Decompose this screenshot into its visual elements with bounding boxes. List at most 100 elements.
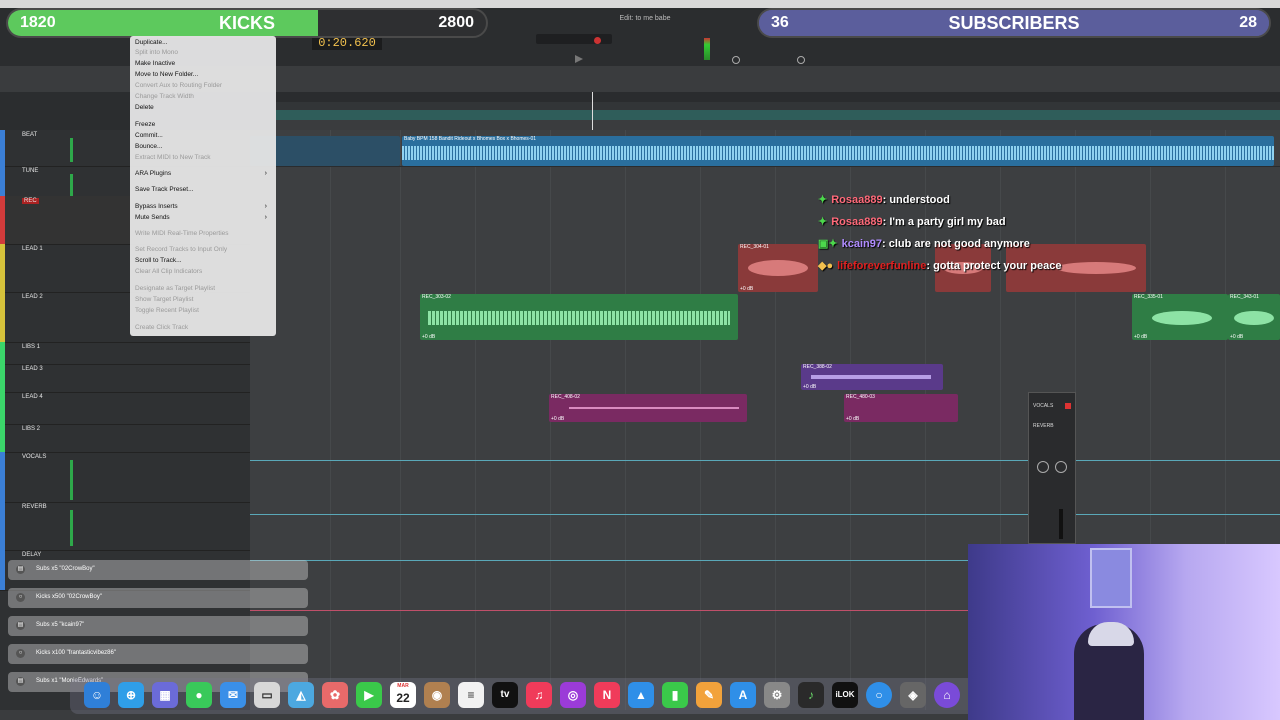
alert-icon: ○ bbox=[16, 649, 25, 658]
marker-ruler[interactable] bbox=[276, 110, 1280, 120]
clip-lead-3[interactable]: REC_388-02 +0 dB bbox=[801, 364, 943, 390]
waveform bbox=[402, 146, 1274, 160]
playhead[interactable] bbox=[592, 92, 593, 130]
menu-item-ara-plugins[interactable]: ARA Plugins › bbox=[135, 169, 271, 179]
clip-lead-2-c[interactable]: REC_343-01 +0 dB bbox=[1228, 294, 1280, 340]
launchpad-icon[interactable]: ▦ bbox=[152, 682, 178, 708]
menu-item-commit[interactable]: Commit... bbox=[135, 131, 271, 141]
track-name[interactable]: REVERB bbox=[22, 504, 47, 510]
photos-icon[interactable]: ✿ bbox=[322, 682, 348, 708]
app-store-icon[interactable]: A bbox=[730, 682, 756, 708]
track-libs-1[interactable]: LIBS 1 bbox=[0, 342, 250, 365]
menu-item-bounce[interactable]: Bounce... bbox=[135, 142, 271, 152]
clip-lead-2-a[interactable]: REC_303-02 +0 dB bbox=[420, 294, 738, 340]
session-title: Edit: to me babe bbox=[619, 15, 671, 22]
alert-notification: ▤ Subs x5 "02CrowBoy" bbox=[8, 560, 308, 580]
record-button[interactable] bbox=[594, 37, 601, 44]
guitar-app-icon[interactable]: ♪ bbox=[798, 682, 824, 708]
news-icon[interactable]: N bbox=[594, 682, 620, 708]
menu-item-click-track: Create Click Track bbox=[135, 324, 189, 331]
webcam-feed bbox=[968, 544, 1280, 720]
notes-icon[interactable]: ▭ bbox=[254, 682, 280, 708]
clip-lead-4-b[interactable]: REC_480-03 +0 dB bbox=[844, 394, 958, 422]
chevron-right-icon: › bbox=[264, 214, 267, 221]
waveform bbox=[811, 375, 931, 379]
plugin-track-name: VOCALS bbox=[1033, 403, 1054, 409]
track-name[interactable]: VOCALS bbox=[22, 454, 46, 460]
keynote-icon[interactable]: ▲ bbox=[628, 682, 654, 708]
mail-icon[interactable]: ✉ bbox=[220, 682, 246, 708]
clip-rec-1[interactable]: REC_304-01 +0 dB bbox=[738, 244, 818, 292]
track-lead-3[interactable]: LEAD 3 bbox=[0, 364, 250, 393]
track-name[interactable]: LIBS 2 bbox=[22, 426, 40, 432]
numbers-icon[interactable]: ▮ bbox=[662, 682, 688, 708]
track-name[interactable]: LEAD 1 bbox=[22, 246, 43, 252]
track-lead-4[interactable]: LEAD 4 bbox=[0, 392, 250, 425]
menu-item-freeze[interactable]: Freeze bbox=[135, 120, 271, 130]
track-context-menu[interactable]: Duplicate... Split into Mono Make Inacti… bbox=[130, 36, 276, 336]
knob[interactable] bbox=[1037, 461, 1049, 473]
macos-dock: ☺ ⊕ ▦ ● ✉ ▭ ◭ ✿ ▶ MAR 22 ◉ ≡ tv ♫ ◎ N ▲ ▮… bbox=[70, 678, 976, 714]
track-color bbox=[0, 196, 5, 244]
ilok-icon[interactable]: iLOK bbox=[832, 682, 858, 708]
star-icon: ✦ bbox=[818, 216, 828, 228]
system-settings-icon[interactable]: ⚙ bbox=[764, 682, 790, 708]
macos-menu-bar[interactable] bbox=[0, 0, 1280, 8]
pro-tools-icon[interactable]: ⌂ bbox=[934, 682, 960, 708]
master-meter bbox=[704, 38, 710, 60]
menu-item-mute-sends[interactable]: Mute Sends › bbox=[135, 213, 271, 223]
pages-icon[interactable]: ✎ bbox=[696, 682, 722, 708]
chat-text: : gotta protect your peace bbox=[926, 260, 1062, 272]
plugin-window[interactable]: VOCALS REVERB bbox=[1028, 392, 1076, 544]
menu-item-move-folder[interactable]: Move to New Folder... bbox=[135, 70, 271, 80]
menu-item-delete[interactable]: Delete bbox=[135, 103, 271, 113]
gear-icon[interactable] bbox=[797, 56, 805, 64]
track-name[interactable]: TUNE bbox=[22, 168, 38, 174]
menu-item-bypass-inserts[interactable]: Bypass Inserts › bbox=[135, 202, 271, 212]
timeline-ruler[interactable] bbox=[276, 92, 1280, 102]
maps-icon[interactable]: ◭ bbox=[288, 682, 314, 708]
menu-item-scroll-track[interactable]: Scroll to Track... bbox=[135, 256, 271, 266]
clip-beat[interactable]: Baby BPM 158 Bandit Rideout x Bhomes Box… bbox=[402, 136, 1274, 166]
menu-item-extract-midi: Extract MIDI to New Track bbox=[135, 154, 211, 161]
track-name[interactable]: LEAD 2 bbox=[22, 294, 43, 300]
facetime-icon[interactable]: ▶ bbox=[356, 682, 382, 708]
search-icon[interactable] bbox=[732, 56, 740, 64]
track-name[interactable]: REC bbox=[22, 198, 39, 204]
chat-text: : club are not good anymore bbox=[882, 238, 1030, 250]
track-name[interactable]: BEAT bbox=[22, 132, 37, 138]
track-color bbox=[0, 130, 5, 166]
close-icon[interactable] bbox=[1065, 403, 1071, 409]
apple-tv-icon[interactable]: tv bbox=[492, 682, 518, 708]
contacts-icon[interactable]: ◉ bbox=[424, 682, 450, 708]
chat-message: ✦ Rosaa889: understood bbox=[818, 193, 950, 206]
tempo-ruler[interactable] bbox=[276, 102, 1280, 110]
waveform bbox=[1234, 311, 1274, 325]
reminders-icon[interactable]: ≡ bbox=[458, 682, 484, 708]
track-name[interactable]: LEAD 4 bbox=[22, 394, 43, 400]
clip-lead-4-a[interactable]: REC_408-02 +0 dB bbox=[549, 394, 747, 422]
track-name[interactable]: LEAD 3 bbox=[22, 366, 43, 372]
messages-icon[interactable]: ● bbox=[186, 682, 212, 708]
track-libs-2[interactable]: LIBS 2 bbox=[0, 424, 250, 453]
alert-notification: ○ Kicks x500 "02CrowBoy" bbox=[8, 588, 308, 608]
music-icon[interactable]: ♫ bbox=[526, 682, 552, 708]
knob[interactable] bbox=[1055, 461, 1067, 473]
menu-item-save-preset[interactable]: Save Track Preset... bbox=[135, 185, 271, 195]
menu-item-duplicate[interactable]: Duplicate... bbox=[135, 38, 271, 48]
track-name[interactable]: DELAY bbox=[22, 552, 41, 558]
fader[interactable] bbox=[1059, 509, 1063, 539]
clip-lead-2-b[interactable]: REC_335-01 +0 dB bbox=[1132, 294, 1228, 340]
podcasts-icon[interactable]: ◎ bbox=[560, 682, 586, 708]
circle-app-icon[interactable]: ○ bbox=[866, 682, 892, 708]
calendar-icon[interactable]: MAR 22 bbox=[390, 682, 416, 708]
track-reverb[interactable]: REVERB bbox=[0, 502, 250, 551]
safari-icon[interactable]: ⊕ bbox=[118, 682, 144, 708]
menu-item-make-inactive[interactable]: Make Inactive bbox=[135, 59, 271, 69]
waveform bbox=[428, 311, 730, 325]
finder-icon[interactable]: ☺ bbox=[84, 682, 110, 708]
track-name[interactable]: LIBS 1 bbox=[22, 344, 40, 350]
alert-notification: ○ Kicks x100 "frantasticvibez86" bbox=[8, 644, 308, 664]
utility-icon[interactable]: ◈ bbox=[900, 682, 926, 708]
track-vocals[interactable]: VOCALS bbox=[0, 452, 250, 503]
